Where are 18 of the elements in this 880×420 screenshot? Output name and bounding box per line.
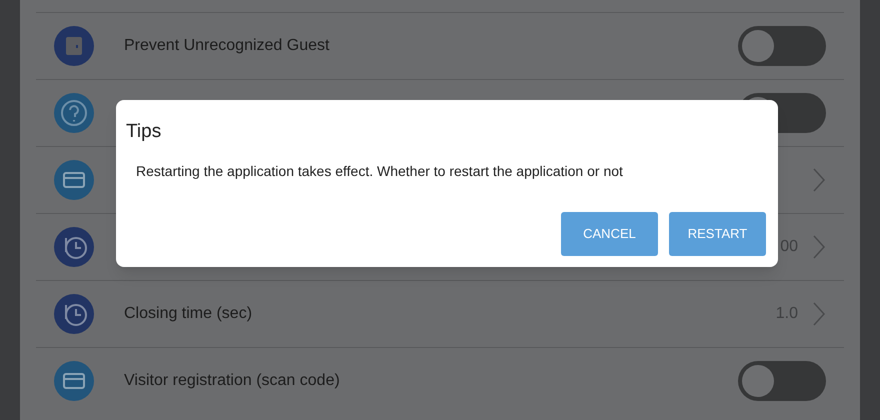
chevron-right-icon[interactable] xyxy=(812,167,826,193)
setting-label: Prevent Unrecognized Guest xyxy=(124,37,330,54)
help-icon xyxy=(54,93,94,133)
dialog-button[interactable]: RESTART xyxy=(669,212,766,256)
chevron-right-icon[interactable] xyxy=(812,234,826,260)
setting-label: Closing time (sec) xyxy=(124,305,252,322)
card-icon xyxy=(54,160,94,200)
chevron-right-icon[interactable] xyxy=(812,301,826,327)
clock-icon xyxy=(54,227,94,267)
dialog-button[interactable]: CANCEL xyxy=(561,212,658,256)
clock-icon xyxy=(54,294,94,334)
door-icon xyxy=(54,26,94,66)
dialog-message: Restarting the application takes effect. Whether to restart the application or not xyxy=(136,162,623,181)
card-icon xyxy=(54,361,94,401)
dialog-title: Tips xyxy=(126,120,162,144)
setting-label: Visitor registration (scan code) xyxy=(124,372,340,389)
toggle-switch[interactable] xyxy=(738,26,826,66)
toggle-switch[interactable] xyxy=(738,361,826,401)
